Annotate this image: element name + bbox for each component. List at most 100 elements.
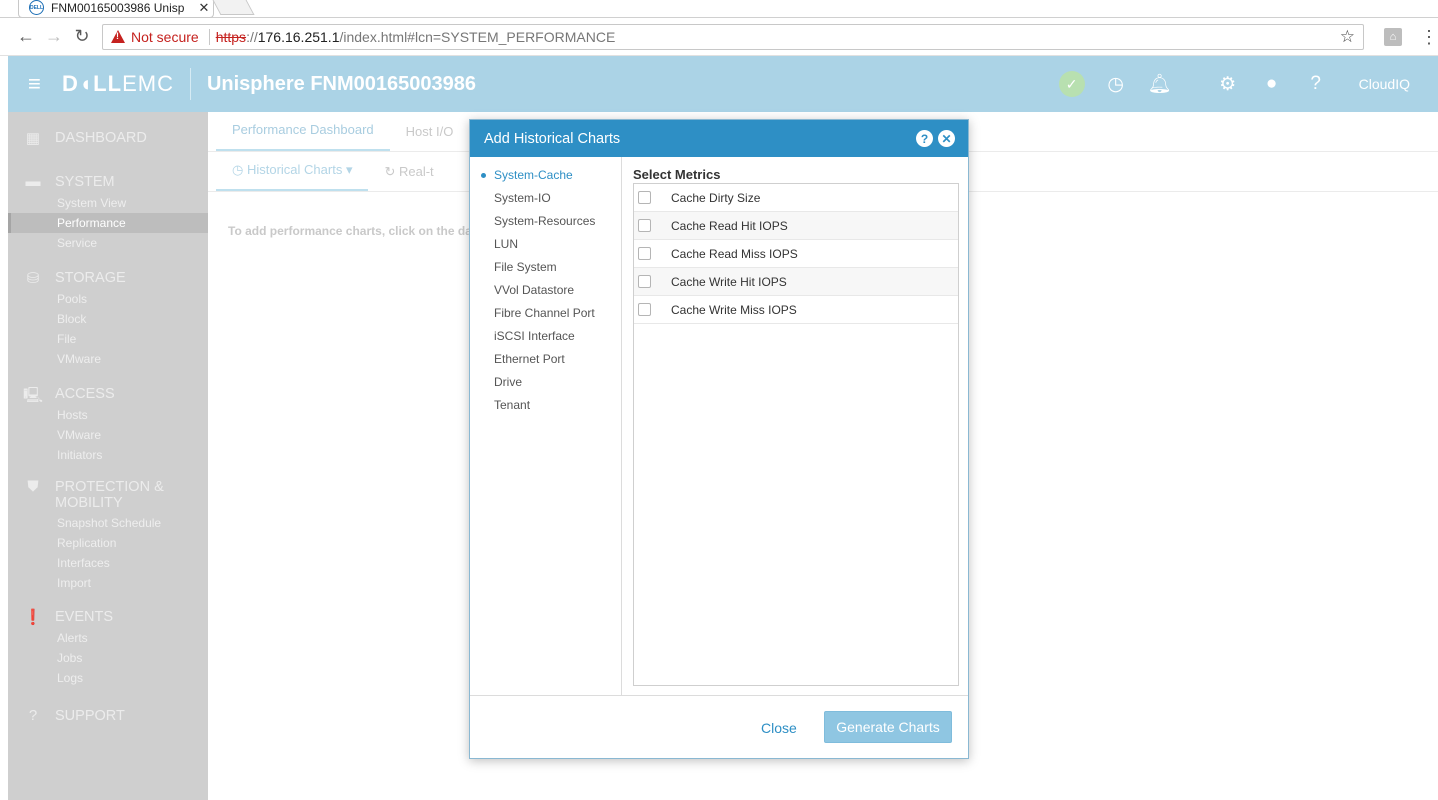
metric-checkbox[interactable] [638, 303, 651, 316]
dashboard-icon: ▦ [25, 130, 41, 147]
sidebar-section-support[interactable]: ? SUPPORT [8, 705, 208, 727]
sidebar-section-label[interactable]: SYSTEM [55, 174, 115, 190]
sidebar-section-label[interactable]: STORAGE [55, 270, 126, 286]
system-icon: ▬ [25, 173, 41, 190]
metric-label: Cache Dirty Size [671, 190, 761, 205]
sidebar-section-label-2[interactable]: MOBILITY [55, 495, 123, 511]
browser-menu-icon[interactable]: ⋮ [1420, 28, 1438, 46]
sidebar-item-jobs[interactable]: Jobs [8, 648, 208, 668]
category-file-system[interactable]: File System [494, 260, 557, 274]
metric-row[interactable]: Cache Read Miss IOPS [634, 240, 958, 268]
category-system-resources[interactable]: System-Resources [494, 214, 595, 228]
category-iscsi-interface[interactable]: iSCSI Interface [494, 329, 575, 343]
sidebar-section-label[interactable]: SUPPORT [55, 708, 125, 724]
metric-row[interactable]: Cache Write Hit IOPS [634, 268, 958, 296]
tab-performance-dashboard[interactable]: Performance Dashboard [216, 122, 390, 151]
close-tab-icon[interactable]: ✕ [195, 0, 213, 16]
category-tenant[interactable]: Tenant [494, 398, 530, 412]
category-fibre-channel-port[interactable]: Fibre Channel Port [494, 306, 595, 320]
category-system-io[interactable]: System-IO [494, 191, 551, 205]
category-list: System-Cache System-IO System-Resources … [470, 157, 622, 696]
app-header: ≡ D◖LLEMC Unisphere FNM00165003986 ✓ ◷ 🔔… [8, 56, 1438, 112]
sidebar-item-interfaces[interactable]: Interfaces [8, 553, 208, 573]
access-icon: 🖳︎ [22, 387, 43, 404]
sidebar-section-label[interactable]: EVENTS [55, 609, 113, 625]
address-bar[interactable]: Not secure https://176.16.251.1/index.ht… [102, 23, 1364, 50]
category-lun[interactable]: LUN [494, 237, 518, 251]
sidebar-item-logs[interactable]: Logs [8, 668, 208, 688]
metric-label: Cache Read Hit IOPS [671, 218, 788, 233]
metric-label: Cache Write Hit IOPS [671, 274, 787, 289]
sidebar-section-label[interactable]: ACCESS [55, 386, 115, 402]
shield-icon: ⛊ [27, 478, 39, 495]
dell-favicon-icon: DELL [29, 0, 44, 15]
sidebar-item-service[interactable]: Service [8, 233, 208, 253]
sidebar-section-events: ❗ EVENTS Alerts Jobs Logs [8, 606, 208, 688]
sidebar-item-snapshot-schedule[interactable]: Snapshot Schedule [8, 513, 208, 533]
sidebar-item-vmware-access[interactable]: VMware [8, 425, 208, 445]
metric-checkbox[interactable] [638, 247, 651, 260]
sidebar-item-system-view[interactable]: System View [8, 193, 208, 213]
new-tab-button[interactable] [211, 0, 255, 15]
pdf-extension-icon[interactable]: ⌂ [1384, 27, 1402, 46]
system-health-ok-icon[interactable]: ✓ [1058, 71, 1085, 97]
sidebar-item-performance[interactable]: Performance [8, 213, 208, 233]
tab-real-time[interactable]: ↻ Real-t [368, 164, 449, 191]
browser-tab[interactable]: DELL FNM00165003986 Unisp ✕ [18, 0, 214, 18]
metric-row[interactable]: Cache Write Miss IOPS [634, 296, 958, 324]
dialog-footer: Close Generate Charts [470, 696, 968, 758]
sidebar-item-pools[interactable]: Pools [8, 289, 208, 309]
sidebar-item-initiators[interactable]: Initiators [8, 445, 208, 465]
bookmark-star-icon[interactable]: ☆ [1340, 27, 1355, 47]
category-drive[interactable]: Drive [494, 375, 522, 389]
metric-checkbox[interactable] [638, 219, 651, 232]
tab-host-io[interactable]: Host I/O [390, 124, 470, 151]
category-ethernet-port[interactable]: Ethernet Port [494, 352, 565, 366]
storage-icon: ⛁ [26, 270, 40, 287]
not-secure-label[interactable]: Not secure [131, 29, 199, 45]
alerts-bell-icon[interactable]: 🔔︎ [1147, 71, 1173, 97]
reload-icon[interactable]: ↻ [68, 26, 96, 47]
sidebar-item-vmware[interactable]: VMware [8, 349, 208, 369]
tab-historical-charts[interactable]: ◷ Historical Charts ▾ [216, 162, 369, 191]
cloudiq-logo[interactable]: CloudIQ [1359, 76, 1410, 92]
help-icon[interactable]: ? [916, 130, 933, 147]
sidebar-item-file[interactable]: File [8, 329, 208, 349]
category-system-cache[interactable]: System-Cache [481, 168, 573, 182]
metric-checkbox[interactable] [638, 191, 651, 204]
metric-row[interactable]: Cache Dirty Size [634, 184, 958, 212]
chevron-down-icon: ▾ [342, 162, 353, 177]
close-icon[interactable]: ✕ [938, 130, 955, 147]
url-scheme: https [215, 28, 247, 45]
sidebar-item-replication[interactable]: Replication [8, 533, 208, 553]
sidebar-item-hosts[interactable]: Hosts [8, 405, 208, 425]
forward-icon[interactable]: → [40, 26, 68, 47]
generate-charts-button[interactable]: Generate Charts [824, 711, 952, 743]
history-icon[interactable]: ◷ [1103, 71, 1129, 97]
settings-gear-icon[interactable]: ⚙ [1215, 71, 1241, 97]
events-alert-icon: ❗ [23, 609, 43, 626]
sidebar-item-block[interactable]: Block [8, 309, 208, 329]
user-icon[interactable]: ● [1259, 71, 1285, 97]
hamburger-menu-icon[interactable]: ≡ [28, 71, 48, 97]
back-icon[interactable]: ← [12, 26, 40, 47]
metric-checkbox[interactable] [638, 275, 651, 288]
sidebar-item-alerts[interactable]: Alerts [8, 628, 208, 648]
close-button[interactable]: Close [761, 720, 797, 736]
dialog-body: System-Cache System-IO System-Resources … [470, 157, 968, 696]
url-host: 176.16.251.1 [257, 28, 340, 45]
help-icon[interactable]: ? [1303, 71, 1329, 97]
category-vvol-datastore[interactable]: VVol Datastore [494, 283, 574, 297]
sidebar-section-access: 🖳︎ ACCESS Hosts VMware Initiators [8, 383, 208, 465]
sidebar-section-label[interactable]: PROTECTION & [55, 479, 164, 495]
sidebar-item-import[interactable]: Import [8, 573, 208, 593]
dialog-title: Add Historical Charts [484, 130, 621, 147]
browser-tabstrip: DELL FNM00165003986 Unisp ✕ [0, 0, 1438, 18]
app-title: Unisphere FNM00165003986 [206, 72, 476, 95]
browser-toolbar: ← → ↻ Not secure https://176.16.251.1/in… [0, 18, 1438, 56]
selected-bullet-icon [481, 173, 486, 178]
url-scheme-sep: :// [246, 28, 258, 45]
sidebar-section-label[interactable]: DASHBOARD [55, 130, 147, 146]
sidebar-section-dashboard[interactable]: ▦ DASHBOARD [8, 127, 208, 149]
metric-row[interactable]: Cache Read Hit IOPS [634, 212, 958, 240]
